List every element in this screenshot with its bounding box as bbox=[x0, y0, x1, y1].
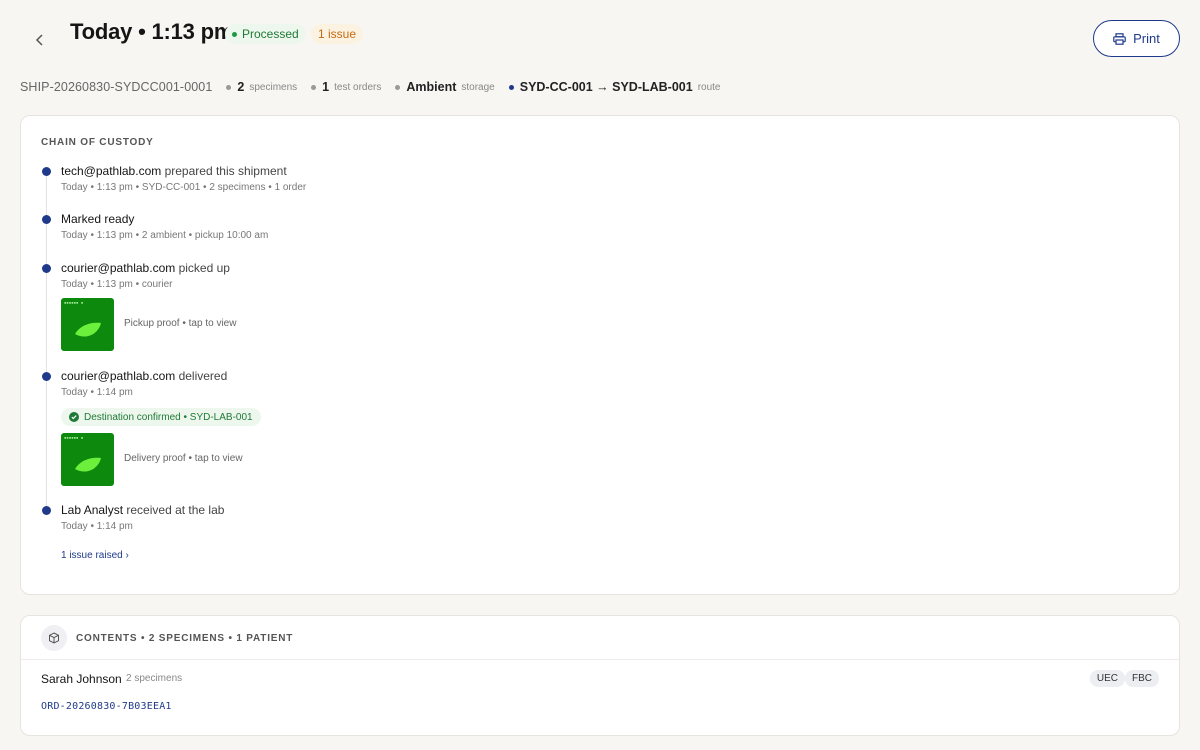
route-value: SYD-CC-001 → SYD-LAB-001 bbox=[519, 80, 693, 94]
event-detail: Today • 1:14 pm bbox=[61, 387, 133, 398]
event-heading: Lab Analyst received at the lab bbox=[61, 503, 224, 517]
event-actor: courier@pathlab.com bbox=[61, 369, 176, 383]
bullet-icon bbox=[311, 84, 317, 90]
pickup-proof-thumbnail[interactable]: ▪▪▪▪▪▪ ▪ bbox=[61, 298, 114, 351]
event-detail: Today • 1:14 pm bbox=[61, 521, 133, 532]
delivery-proof-thumbnail[interactable]: ▪▪▪▪▪▪ ▪ bbox=[61, 433, 114, 486]
test-orders-count: 1 bbox=[322, 80, 330, 94]
event-detail: Today • 1:13 pm • SYD-CC-001 • 2 specime… bbox=[61, 182, 307, 193]
timeline-dot-icon bbox=[42, 506, 51, 515]
chevron-left-icon bbox=[35, 34, 43, 46]
bullet-icon bbox=[226, 84, 232, 90]
bullet-icon bbox=[395, 84, 401, 90]
timeline-dot-icon bbox=[42, 167, 51, 176]
status-badge-label: Processed bbox=[242, 27, 299, 41]
pickup-proof-caption[interactable]: Pickup proof • tap to view bbox=[124, 318, 236, 329]
back-button[interactable] bbox=[30, 30, 50, 50]
printer-icon bbox=[1113, 32, 1126, 45]
shipment-id: SHIP-20260830-SYDCC001-0001 bbox=[20, 80, 213, 94]
leaf-icon bbox=[75, 322, 101, 337]
timeline-dot-icon bbox=[42, 215, 51, 224]
event-detail: Today • 1:13 pm • 2 ambient • pickup 10:… bbox=[61, 230, 269, 241]
contents-header: CONTENTS • 2 SPECIMENS • 1 PATIENT bbox=[21, 616, 1179, 660]
event-actor: courier@pathlab.com bbox=[61, 261, 176, 275]
destination-confirmed-label: Destination confirmed • SYD-LAB-001 bbox=[84, 411, 253, 423]
test-orders-label: test orders bbox=[334, 81, 382, 93]
issue-raised-link[interactable]: 1 issue raised › bbox=[61, 550, 129, 561]
contents-card: CONTENTS • 2 SPECIMENS • 1 PATIENT Sarah… bbox=[20, 615, 1180, 736]
page-title: Today • 1:13 pm bbox=[70, 19, 234, 44]
contents-title: CONTENTS • 2 SPECIMENS • 1 PATIENT bbox=[76, 633, 294, 644]
destination-confirmed-badge: Destination confirmed • SYD-LAB-001 bbox=[61, 408, 261, 426]
shipment-meta-row: SHIP-20260830-SYDCC001-0001 2 specimens … bbox=[20, 79, 721, 95]
patient-specimen-count: 2 specimens bbox=[126, 673, 183, 684]
status-dot-icon bbox=[232, 31, 237, 37]
status-badge: Processed bbox=[225, 24, 306, 44]
package-icon bbox=[41, 625, 67, 651]
event-heading: tech@pathlab.com prepared this shipment bbox=[61, 164, 287, 178]
order-id-link[interactable]: ORD-20260830-7B03EEA1 bbox=[41, 701, 172, 712]
section-title: CHAIN OF CUSTODY bbox=[41, 137, 154, 148]
test-tag: FBC bbox=[1125, 670, 1159, 687]
storage-value: Ambient bbox=[406, 80, 457, 94]
event-detail: Today • 1:13 pm • courier bbox=[61, 279, 173, 290]
event-actor: Lab Analyst bbox=[61, 503, 124, 517]
timeline-dot-icon bbox=[42, 264, 51, 273]
specimens-count: 2 bbox=[237, 80, 245, 94]
route-label: route bbox=[697, 81, 721, 93]
event-action: picked up bbox=[175, 261, 230, 275]
issue-badge-label: 1 issue bbox=[318, 27, 357, 41]
specimens-label: specimens bbox=[249, 81, 298, 93]
bullet-icon bbox=[508, 84, 514, 90]
event-heading: Marked ready bbox=[61, 212, 134, 226]
event-action: delivered bbox=[175, 369, 228, 383]
print-button[interactable]: Print bbox=[1093, 20, 1180, 57]
event-action: prepared this shipment bbox=[161, 164, 287, 178]
event-actor: tech@pathlab.com bbox=[61, 164, 162, 178]
timeline-dot-icon bbox=[42, 372, 51, 381]
leaf-icon bbox=[75, 457, 101, 472]
meta-storage: Ambient storage bbox=[395, 80, 495, 94]
meta-route: SYD-CC-001 → SYD-LAB-001 route bbox=[508, 80, 721, 94]
event-actor: Marked ready bbox=[61, 212, 135, 226]
event-action: received at the lab bbox=[123, 503, 225, 517]
meta-specimens: 2 specimens bbox=[226, 80, 297, 94]
test-tag: UEC bbox=[1089, 670, 1125, 687]
issue-badge[interactable]: 1 issue bbox=[311, 24, 364, 44]
print-button-label: Print bbox=[1133, 31, 1160, 46]
delivery-proof-caption[interactable]: Delivery proof • tap to view bbox=[124, 453, 243, 464]
storage-label: storage bbox=[461, 81, 495, 93]
event-heading: courier@pathlab.com picked up bbox=[61, 261, 230, 275]
patient-name[interactable]: Sarah Johnson bbox=[41, 672, 122, 686]
event-heading: courier@pathlab.com delivered bbox=[61, 369, 227, 383]
chain-of-custody-card: CHAIN OF CUSTODY tech@pathlab.com prepar… bbox=[20, 115, 1180, 595]
meta-test-orders: 1 test orders bbox=[311, 80, 381, 94]
check-circle-icon bbox=[69, 412, 79, 422]
